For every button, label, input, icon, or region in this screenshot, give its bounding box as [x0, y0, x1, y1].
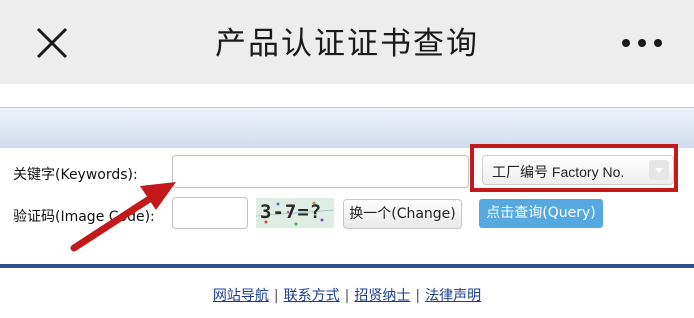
- footer-separator: |: [344, 288, 350, 304]
- query-button[interactable]: 点击查询(Query): [479, 199, 603, 228]
- highlight-box: 工厂编号 Factory No.: [470, 144, 678, 192]
- more-dots-icon: [622, 39, 662, 47]
- chevron-down-icon: [655, 168, 663, 173]
- footer-separator: |: [415, 288, 421, 304]
- captcha-text: 3-7=?: [260, 201, 323, 223]
- header-band: [0, 107, 694, 148]
- footer-link-site-nav[interactable]: 网站导航: [213, 288, 269, 304]
- navigation-bar: 产品认证证书查询: [0, 0, 694, 84]
- keywords-label: 关键字(Keywords):: [13, 167, 138, 183]
- page-title: 产品认证证书查询: [215, 26, 479, 62]
- image-code-input[interactable]: [172, 197, 248, 229]
- footer-link-careers[interactable]: 招贤纳士: [354, 288, 410, 304]
- dropdown-button[interactable]: [649, 160, 669, 180]
- footer-link-contact[interactable]: 联系方式: [284, 288, 340, 304]
- captcha-image[interactable]: 3-7=?: [256, 198, 334, 228]
- footer-divider: [0, 264, 694, 268]
- footer-link-legal[interactable]: 法律声明: [425, 288, 481, 304]
- image-code-label: 验证码(Image Code):: [13, 209, 155, 225]
- search-type-select[interactable]: 工厂编号 Factory No.: [482, 155, 674, 185]
- footer-links: 网站导航 | 联系方式 | 招贤纳士 | 法律声明: [0, 285, 694, 305]
- page-content: 关键字(Keywords): 工厂编号 Factory No. 验证码(Imag…: [0, 84, 694, 318]
- keywords-input[interactable]: [172, 155, 469, 188]
- footer-separator: |: [273, 288, 279, 304]
- search-type-selected: 工厂编号 Factory No.: [492, 164, 625, 180]
- more-button[interactable]: [618, 30, 666, 56]
- change-captcha-button[interactable]: 换一个(Change): [343, 199, 462, 229]
